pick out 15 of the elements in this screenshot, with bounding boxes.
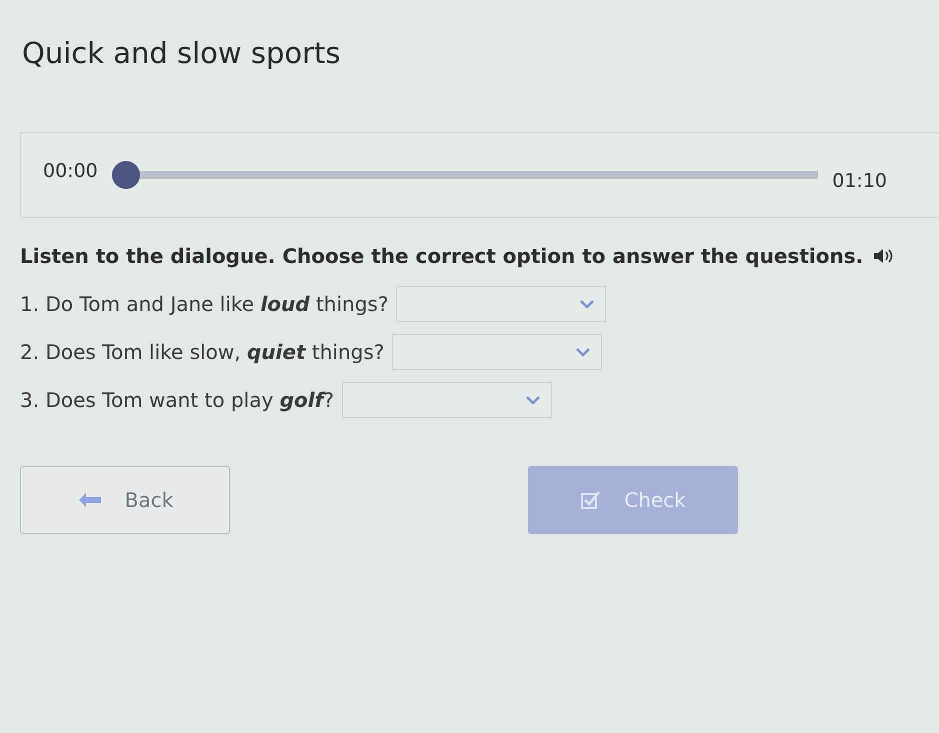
instruction-text: Listen to the dialogue. Choose the correct option to answer the questions. <box>20 244 864 268</box>
page-title: Quick and slow sports <box>22 36 342 70</box>
question-text: 2. Does Tom like slow, quiet things? <box>20 340 384 364</box>
current-time: 00:00 <box>43 160 98 182</box>
chevron-down-icon <box>524 395 541 405</box>
chevron-down-icon <box>579 299 596 309</box>
duration-time: 01:10 <box>832 170 887 192</box>
speaker-icon[interactable] <box>873 248 896 264</box>
chevron-down-icon <box>575 347 592 357</box>
slider-thumb[interactable] <box>112 161 140 189</box>
question-text: 3. Does Tom want to play golf? <box>20 388 334 412</box>
back-button[interactable]: Back <box>20 466 230 534</box>
question-text: 1. Do Tom and Jane like loud things? <box>20 292 388 316</box>
checkbox-icon <box>580 490 602 510</box>
arrow-left-icon <box>76 492 103 508</box>
